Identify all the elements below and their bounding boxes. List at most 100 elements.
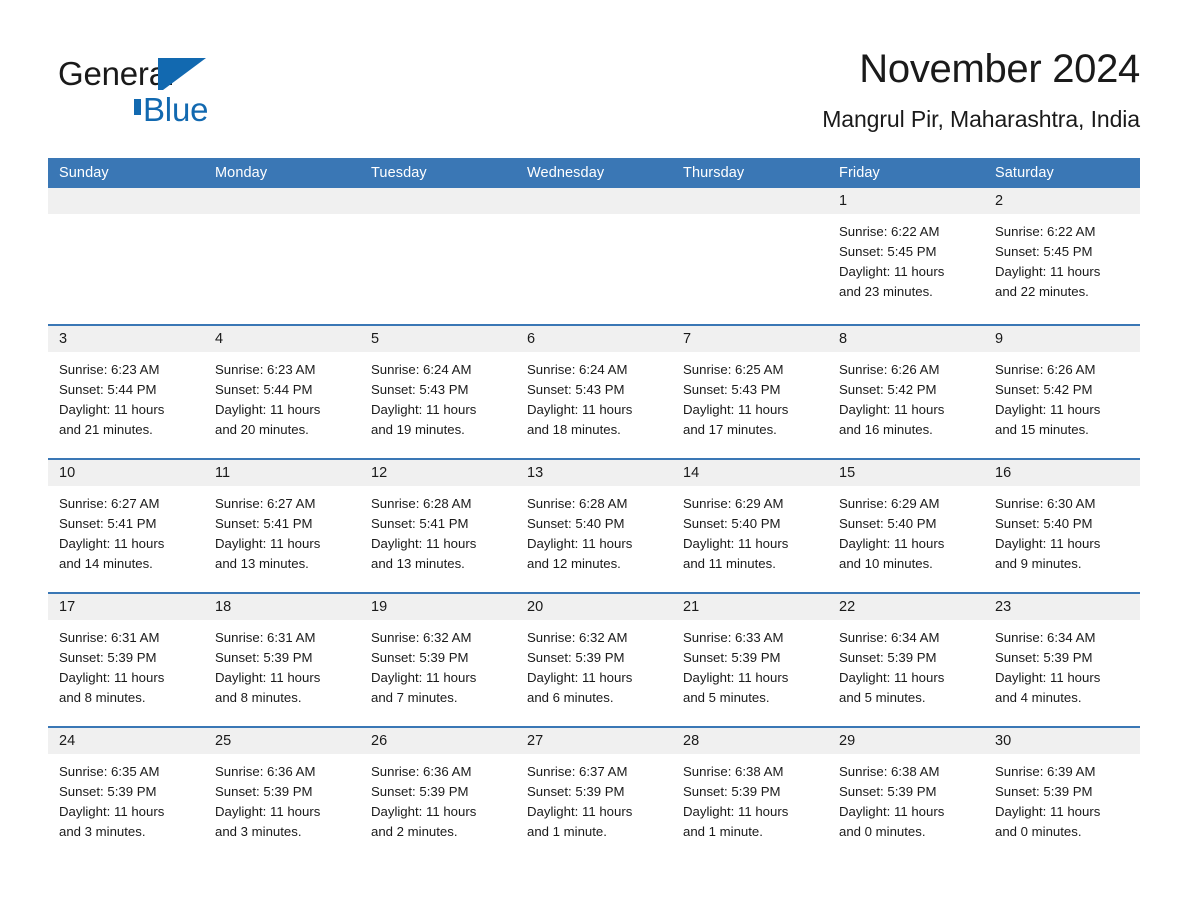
day-cell[interactable]: 22 Sunrise: 6:34 AM Sunset: 5:39 PM Dayligh…: [828, 594, 984, 726]
day-number-band: 22: [828, 594, 984, 620]
day-number: 30: [995, 733, 1012, 749]
day-info: Sunrise: 6:32 AM Sunset: 5:39 PM Daylight:…: [516, 620, 672, 708]
day-info: Sunrise: 6:36 AM Sunset: 5:39 PM Daylight:…: [360, 754, 516, 842]
day-daylight-text: Daylight: 11 hours: [215, 670, 321, 685]
generalblue-logo[interactable]: General Blue: [58, 54, 238, 128]
day-cell[interactable]: 23 Sunrise: 6:34 AM Sunset: 5:39 PM Dayligh…: [984, 594, 1140, 726]
day-number: 23: [995, 599, 1012, 615]
day-cell[interactable]: 1 Sunrise: 6:22 AM Sunset: 5:45 PM Daylight…: [828, 188, 984, 324]
day-sunrise-text: Sunrise: 6:27 AM: [59, 496, 160, 511]
title-block: November 2024 Mangrul Pir, Maharashtra, …: [822, 44, 1140, 136]
day-number: 19: [371, 599, 388, 615]
day-sunrise-text: Sunrise: 6:25 AM: [683, 362, 784, 377]
triangle-icon: [163, 58, 206, 90]
day-sunset-text: Sunset: 5:39 PM: [527, 784, 625, 799]
day-daylight-text: Daylight: 11 hours: [371, 804, 477, 819]
day-cell-empty: [672, 188, 828, 324]
day-number-band: 29: [828, 728, 984, 754]
weekday-header-sunday: Sunday: [59, 165, 109, 181]
day-number-band: [672, 188, 828, 214]
day-cell[interactable]: 12 Sunrise: 6:28 AM Sunset: 5:41 PM Dayligh…: [360, 460, 516, 592]
day-sunrise-text: Sunrise: 6:23 AM: [59, 362, 160, 377]
day-sunrise-text: Sunrise: 6:32 AM: [371, 630, 472, 645]
day-sunrise-text: Sunrise: 6:26 AM: [839, 362, 940, 377]
day-cell[interactable]: 28 Sunrise: 6:38 AM Sunset: 5:39 PM Dayligh…: [672, 728, 828, 860]
day-cell[interactable]: 18 Sunrise: 6:31 AM Sunset: 5:39 PM Dayligh…: [204, 594, 360, 726]
day-cell[interactable]: 30 Sunrise: 6:39 AM Sunset: 5:39 PM Dayligh…: [984, 728, 1140, 860]
day-daylight-text: Daylight: 11 hours: [683, 402, 789, 417]
day-info: Sunrise: 6:36 AM Sunset: 5:39 PM Daylight:…: [204, 754, 360, 842]
day-number-band: [204, 188, 360, 214]
day-daylight-text: Daylight: 11 hours: [839, 536, 945, 551]
calendar-page: General Blue November 2024 Mangrul Pir, …: [0, 0, 1188, 918]
day-cell[interactable]: 8 Sunrise: 6:26 AM Sunset: 5:42 PM Daylight…: [828, 326, 984, 458]
day-cell[interactable]: 29 Sunrise: 6:38 AM Sunset: 5:39 PM Dayligh…: [828, 728, 984, 860]
day-sunset-text: Sunset: 5:41 PM: [371, 516, 469, 531]
day-cell[interactable]: 21 Sunrise: 6:33 AM Sunset: 5:39 PM Dayligh…: [672, 594, 828, 726]
day-daylight2-text: and 1 minute.: [527, 824, 607, 839]
day-sunrise-text: Sunrise: 6:29 AM: [839, 496, 940, 511]
day-cell[interactable]: 2 Sunrise: 6:22 AM Sunset: 5:45 PM Daylight…: [984, 188, 1140, 324]
day-cell[interactable]: 7 Sunrise: 6:25 AM Sunset: 5:43 PM Daylight…: [672, 326, 828, 458]
day-number-band: 13: [516, 460, 672, 486]
day-daylight2-text: and 21 minutes.: [59, 422, 153, 437]
day-cell-empty: [204, 188, 360, 324]
day-cell[interactable]: 16 Sunrise: 6:30 AM Sunset: 5:40 PM Dayligh…: [984, 460, 1140, 592]
day-cell[interactable]: 6 Sunrise: 6:24 AM Sunset: 5:43 PM Daylight…: [516, 326, 672, 458]
day-number: 14: [683, 465, 700, 481]
weekday-header-wednesday: Wednesday: [527, 165, 605, 181]
day-daylight2-text: and 4 minutes.: [995, 690, 1082, 705]
day-info: Sunrise: 6:24 AM Sunset: 5:43 PM Daylight:…: [516, 352, 672, 440]
day-cell[interactable]: 27 Sunrise: 6:37 AM Sunset: 5:39 PM Dayligh…: [516, 728, 672, 860]
day-cell[interactable]: 11 Sunrise: 6:27 AM Sunset: 5:41 PM Dayligh…: [204, 460, 360, 592]
day-sunset-text: Sunset: 5:40 PM: [839, 516, 937, 531]
day-cell[interactable]: 14 Sunrise: 6:29 AM Sunset: 5:40 PM Dayligh…: [672, 460, 828, 592]
weekday-header-monday: Monday: [215, 165, 268, 181]
day-number: 15: [839, 465, 856, 481]
day-number: 28: [683, 733, 700, 749]
weekday-header-tuesday: Tuesday: [371, 165, 427, 181]
day-number-band: 21: [672, 594, 828, 620]
day-sunset-text: Sunset: 5:41 PM: [59, 516, 157, 531]
day-cell[interactable]: 13 Sunrise: 6:28 AM Sunset: 5:40 PM Dayligh…: [516, 460, 672, 592]
day-daylight-text: Daylight: 11 hours: [995, 804, 1101, 819]
day-number: 26: [371, 733, 388, 749]
day-cell[interactable]: 25 Sunrise: 6:36 AM Sunset: 5:39 PM Dayligh…: [204, 728, 360, 860]
day-number-band: 10: [48, 460, 204, 486]
day-cell[interactable]: 5 Sunrise: 6:24 AM Sunset: 5:43 PM Daylight…: [360, 326, 516, 458]
day-number: 16: [995, 465, 1012, 481]
day-daylight-text: Daylight: 11 hours: [527, 402, 633, 417]
calendar-week-row: 3 Sunrise: 6:23 AM Sunset: 5:44 PM Daylight…: [48, 324, 1140, 458]
day-cell[interactable]: 19 Sunrise: 6:32 AM Sunset: 5:39 PM Dayligh…: [360, 594, 516, 726]
day-daylight2-text: and 16 minutes.: [839, 422, 933, 437]
day-daylight2-text: and 1 minute.: [683, 824, 763, 839]
day-daylight-text: Daylight: 11 hours: [683, 536, 789, 551]
day-daylight2-text: and 22 minutes.: [995, 284, 1089, 299]
day-info: Sunrise: 6:22 AM Sunset: 5:45 PM Daylight:…: [984, 214, 1140, 302]
day-info: Sunrise: 6:27 AM Sunset: 5:41 PM Daylight:…: [48, 486, 204, 574]
day-number-band: 17: [48, 594, 204, 620]
day-daylight2-text: and 20 minutes.: [215, 422, 309, 437]
day-cell[interactable]: 24 Sunrise: 6:35 AM Sunset: 5:39 PM Dayligh…: [48, 728, 204, 860]
day-cell[interactable]: 17 Sunrise: 6:31 AM Sunset: 5:39 PM Dayligh…: [48, 594, 204, 726]
day-daylight2-text: and 6 minutes.: [527, 690, 614, 705]
day-daylight2-text: and 10 minutes.: [839, 556, 933, 571]
day-info: Sunrise: 6:31 AM Sunset: 5:39 PM Daylight:…: [48, 620, 204, 708]
day-cell[interactable]: 10 Sunrise: 6:27 AM Sunset: 5:41 PM Dayligh…: [48, 460, 204, 592]
day-cell[interactable]: 4 Sunrise: 6:23 AM Sunset: 5:44 PM Daylight…: [204, 326, 360, 458]
day-sunset-text: Sunset: 5:42 PM: [839, 382, 937, 397]
day-cell[interactable]: 15 Sunrise: 6:29 AM Sunset: 5:40 PM Dayligh…: [828, 460, 984, 592]
day-number-band: 16: [984, 460, 1140, 486]
day-daylight2-text: and 14 minutes.: [59, 556, 153, 571]
day-sunset-text: Sunset: 5:39 PM: [215, 784, 313, 799]
day-cell[interactable]: 20 Sunrise: 6:32 AM Sunset: 5:39 PM Dayligh…: [516, 594, 672, 726]
day-daylight2-text: and 17 minutes.: [683, 422, 777, 437]
day-number-band: 28: [672, 728, 828, 754]
logo-text-blue: Blue: [143, 91, 209, 128]
day-info: Sunrise: 6:38 AM Sunset: 5:39 PM Daylight:…: [672, 754, 828, 842]
day-number-band: 30: [984, 728, 1140, 754]
day-cell[interactable]: 26 Sunrise: 6:36 AM Sunset: 5:39 PM Dayligh…: [360, 728, 516, 860]
day-cell[interactable]: 9 Sunrise: 6:26 AM Sunset: 5:42 PM Daylight…: [984, 326, 1140, 458]
day-sunrise-text: Sunrise: 6:39 AM: [995, 764, 1096, 779]
day-cell[interactable]: 3 Sunrise: 6:23 AM Sunset: 5:44 PM Daylight…: [48, 326, 204, 458]
